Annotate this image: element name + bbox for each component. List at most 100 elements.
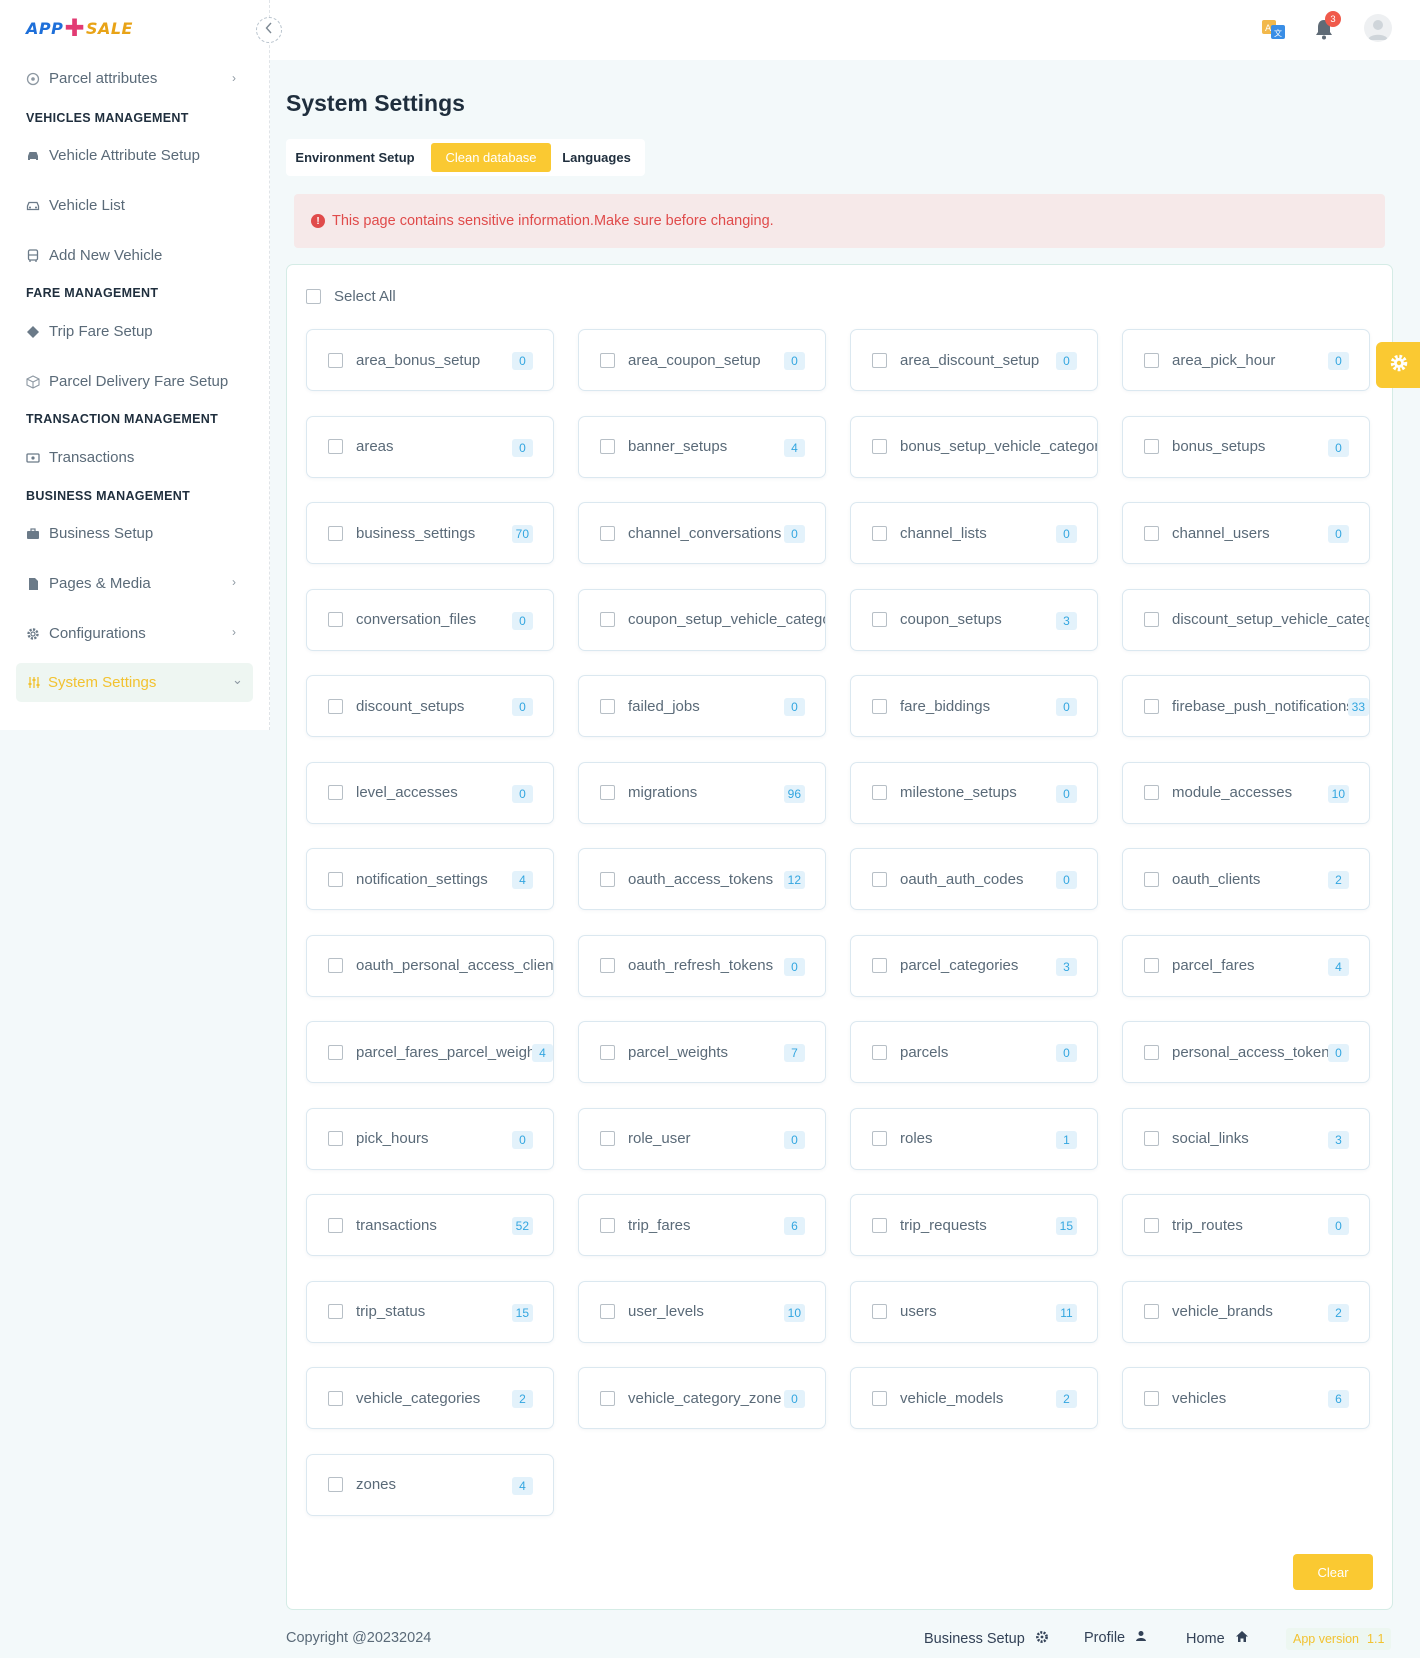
- checkbox[interactable]: [328, 612, 343, 627]
- sidebar-item-vehicle-list[interactable]: Vehicle List: [26, 197, 125, 214]
- table-item[interactable]: vehicle_models 2: [850, 1367, 1098, 1429]
- settings-gear-button[interactable]: [1376, 342, 1420, 388]
- footer-link-home[interactable]: Home: [1186, 1630, 1249, 1647]
- table-item[interactable]: channel_users 0: [1122, 502, 1370, 564]
- table-item[interactable]: vehicle_categories 2: [306, 1367, 554, 1429]
- table-item[interactable]: zones 4: [306, 1453, 554, 1516]
- table-item[interactable]: pick_hours 0: [306, 1107, 554, 1170]
- table-item[interactable]: discount_setup_vehicle_catego: [1122, 588, 1370, 651]
- table-item[interactable]: migrations 96: [578, 761, 826, 824]
- sidebar-item-add-new-vehicle[interactable]: Add New Vehicle: [26, 247, 162, 264]
- checkbox[interactable]: [328, 958, 343, 973]
- checkbox[interactable]: [600, 1131, 615, 1146]
- sidebar-item-parcel-delivery-fare-setup[interactable]: Parcel Delivery Fare Setup: [26, 373, 228, 390]
- checkbox[interactable]: [328, 871, 343, 887]
- checkbox[interactable]: [600, 612, 615, 627]
- table-item[interactable]: vehicle_brands 2: [1122, 1280, 1370, 1343]
- checkbox[interactable]: [328, 785, 343, 800]
- table-item[interactable]: oauth_refresh_tokens 0: [578, 934, 826, 997]
- checkbox[interactable]: [1144, 1044, 1159, 1060]
- checkbox[interactable]: [600, 958, 615, 973]
- checkbox[interactable]: [600, 352, 615, 368]
- table-item[interactable]: areas 0: [306, 415, 554, 478]
- table-item[interactable]: area_bonus_setup 0: [306, 329, 554, 391]
- table-item[interactable]: parcel_weights 7: [578, 1021, 826, 1083]
- table-item[interactable]: channel_conversations 0: [578, 502, 826, 564]
- table-item[interactable]: notification_settings 4: [306, 848, 554, 910]
- table-item[interactable]: trip_requests 15: [850, 1194, 1098, 1256]
- table-item[interactable]: user_levels 10: [578, 1280, 826, 1343]
- checkbox[interactable]: [872, 871, 887, 887]
- table-item[interactable]: area_discount_setup 0: [850, 329, 1098, 391]
- checkbox[interactable]: [1144, 612, 1159, 627]
- table-item[interactable]: oauth_personal_access_clients: [306, 934, 554, 997]
- sidebar-item-transactions[interactable]: Transactions: [26, 449, 134, 466]
- checkbox[interactable]: [872, 785, 887, 800]
- sidebar-item-business-setup[interactable]: Business Setup: [26, 525, 153, 542]
- checkbox[interactable]: [1144, 1131, 1159, 1146]
- checkbox[interactable]: [1144, 525, 1159, 541]
- checkbox[interactable]: [328, 1217, 343, 1233]
- sidebar-item-system-settings[interactable]: System Settings ⌄: [16, 663, 253, 702]
- checkbox[interactable]: [328, 1390, 343, 1406]
- table-item[interactable]: social_links 3: [1122, 1107, 1370, 1170]
- table-item[interactable]: oauth_access_tokens 12: [578, 848, 826, 910]
- table-item[interactable]: module_accesses 10: [1122, 761, 1370, 824]
- checkbox[interactable]: [1144, 439, 1159, 454]
- sidebar-item-configurations[interactable]: Configurations: [26, 625, 146, 642]
- checkbox[interactable]: [328, 1477, 343, 1492]
- sidebar-item-trip-fare-setup[interactable]: Trip Fare Setup: [26, 323, 153, 340]
- table-item[interactable]: firebase_push_notifications 33: [1122, 675, 1370, 737]
- table-item[interactable]: channel_lists 0: [850, 502, 1098, 564]
- checkbox[interactable]: [600, 525, 615, 541]
- checkbox[interactable]: [1144, 1217, 1159, 1233]
- table-item[interactable]: banner_setups 4: [578, 415, 826, 478]
- checkbox[interactable]: [328, 439, 343, 454]
- table-item[interactable]: parcel_categories 3: [850, 934, 1098, 997]
- table-item[interactable]: level_accesses 0: [306, 761, 554, 824]
- checkbox[interactable]: [872, 1044, 887, 1060]
- checkbox[interactable]: [1144, 698, 1159, 714]
- checkbox[interactable]: [872, 1304, 887, 1319]
- table-item[interactable]: bonus_setups 0: [1122, 415, 1370, 478]
- checkbox[interactable]: [600, 1044, 615, 1060]
- table-item[interactable]: bonus_setup_vehicle_category: [850, 415, 1098, 478]
- select-all-checkbox[interactable]: Select All: [306, 288, 396, 305]
- checkbox[interactable]: [328, 698, 343, 714]
- footer-link-business-setup[interactable]: Business Setup: [924, 1630, 1049, 1648]
- notification-bell-icon[interactable]: 3: [1313, 11, 1341, 41]
- checkbox[interactable]: [600, 439, 615, 454]
- checkbox[interactable]: [872, 1131, 887, 1146]
- table-item[interactable]: role_user 0: [578, 1107, 826, 1170]
- clear-button[interactable]: Clear: [1293, 1554, 1373, 1590]
- table-item[interactable]: discount_setups 0: [306, 675, 554, 737]
- checkbox[interactable]: [306, 289, 321, 304]
- checkbox[interactable]: [600, 1304, 615, 1319]
- table-item[interactable]: personal_access_tokens 0: [1122, 1021, 1370, 1083]
- checkbox[interactable]: [600, 1390, 615, 1406]
- translate-icon[interactable]: A文: [1261, 18, 1287, 42]
- checkbox[interactable]: [1144, 1390, 1159, 1406]
- table-item[interactable]: area_pick_hour 0: [1122, 329, 1370, 391]
- checkbox[interactable]: [1144, 958, 1159, 973]
- checkbox[interactable]: [872, 1217, 887, 1233]
- checkbox[interactable]: [872, 439, 887, 454]
- table-item[interactable]: failed_jobs 0: [578, 675, 826, 737]
- table-item[interactable]: trip_routes 0: [1122, 1194, 1370, 1256]
- tab-languages[interactable]: Languages: [554, 143, 639, 172]
- table-item[interactable]: fare_biddings 0: [850, 675, 1098, 737]
- sidebar-item-parcel-attributes[interactable]: Parcel attributes: [26, 70, 157, 87]
- sidebar-item-vehicle-attribute-setup[interactable]: Vehicle Attribute Setup: [26, 147, 200, 164]
- table-item[interactable]: vehicles 6: [1122, 1367, 1370, 1429]
- table-item[interactable]: transactions 52: [306, 1194, 554, 1256]
- checkbox[interactable]: [872, 1390, 887, 1406]
- checkbox[interactable]: [328, 352, 343, 368]
- checkbox[interactable]: [1144, 1304, 1159, 1319]
- table-item[interactable]: roles 1: [850, 1107, 1098, 1170]
- checkbox[interactable]: [328, 1044, 343, 1060]
- checkbox[interactable]: [872, 958, 887, 973]
- table-item[interactable]: trip_status 15: [306, 1280, 554, 1343]
- app-logo[interactable]: APP ✚ SALE: [26, 16, 133, 40]
- checkbox[interactable]: [328, 1131, 343, 1146]
- checkbox[interactable]: [600, 871, 615, 887]
